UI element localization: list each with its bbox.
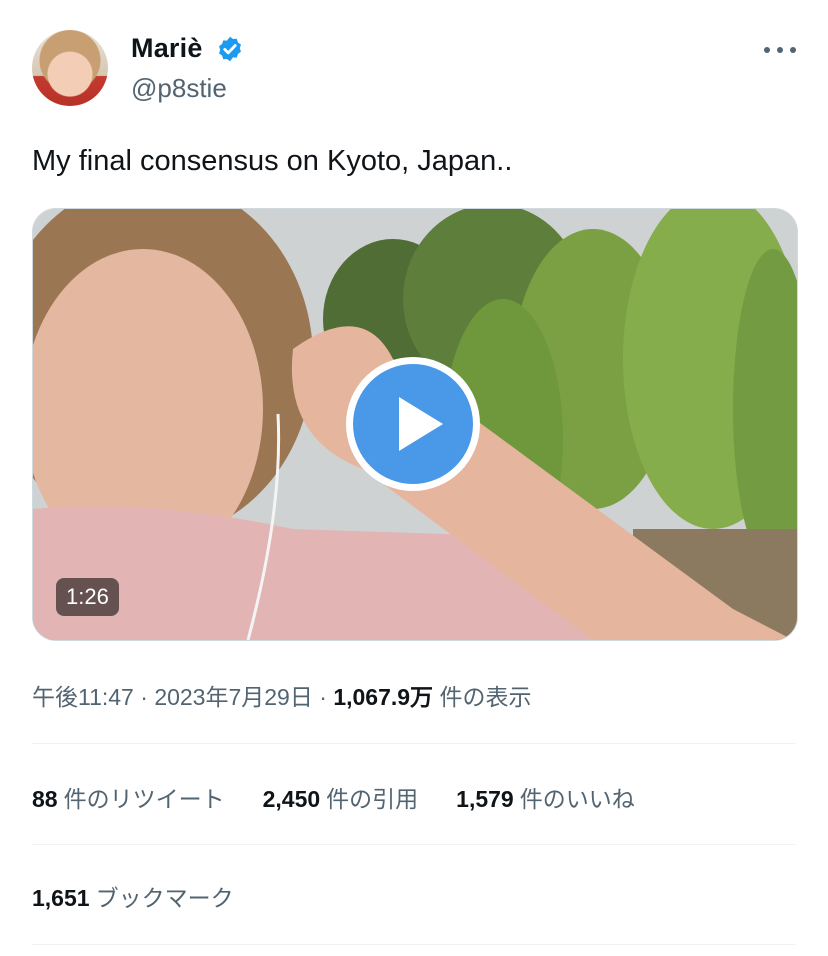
- retweets-stat[interactable]: 88 件のリツイート: [32, 780, 225, 814]
- video-duration-badge: 1:26: [56, 578, 119, 616]
- bookmarks-count: 1,651: [32, 885, 90, 911]
- avatar[interactable]: [32, 30, 108, 106]
- retweets-label: 件のリツイート: [63, 786, 225, 812]
- quotes-count: 2,450: [262, 786, 321, 812]
- likes-label: 件のいいね: [519, 786, 635, 812]
- play-button[interactable]: [346, 357, 480, 491]
- verified-badge-icon: [219, 36, 241, 62]
- divider: [32, 944, 796, 945]
- views-count: 1,067.9万: [333, 684, 434, 710]
- divider: [32, 844, 796, 845]
- retweets-count: 88: [32, 786, 58, 812]
- author-name[interactable]: Mariè: [131, 33, 203, 64]
- bookmarks-stat[interactable]: 1,651 ブックマーク: [32, 879, 234, 913]
- engagement-stats: 88 件のリツイート 2,450 件の引用 1,579 件のいいね: [32, 780, 673, 814]
- bookmarks-label: ブックマーク: [95, 885, 234, 911]
- meta-separator-2: ·: [312, 684, 334, 710]
- divider: [32, 743, 796, 744]
- tweet-text: My final consensus on Kyoto, Japan..: [32, 145, 513, 177]
- tweet-meta: 午後11:47 · 2023年7月29日 · 1,067.9万 件の表示: [32, 678, 531, 712]
- likes-stat[interactable]: 1,579 件のいいね: [456, 780, 635, 814]
- more-options-icon[interactable]: [764, 44, 796, 56]
- quotes-label: 件の引用: [326, 786, 419, 812]
- tweet-date[interactable]: 2023年7月29日: [154, 684, 313, 710]
- likes-count: 1,579: [456, 786, 514, 812]
- author-handle[interactable]: @p8stie: [131, 73, 227, 104]
- play-icon: [353, 364, 473, 484]
- meta-separator: ·: [133, 684, 155, 710]
- tweet-time[interactable]: 午後11:47: [32, 684, 134, 710]
- quotes-stat[interactable]: 2,450 件の引用: [263, 780, 419, 814]
- video-player[interactable]: 1:26: [32, 208, 798, 641]
- views-label: 件の表示: [433, 684, 532, 710]
